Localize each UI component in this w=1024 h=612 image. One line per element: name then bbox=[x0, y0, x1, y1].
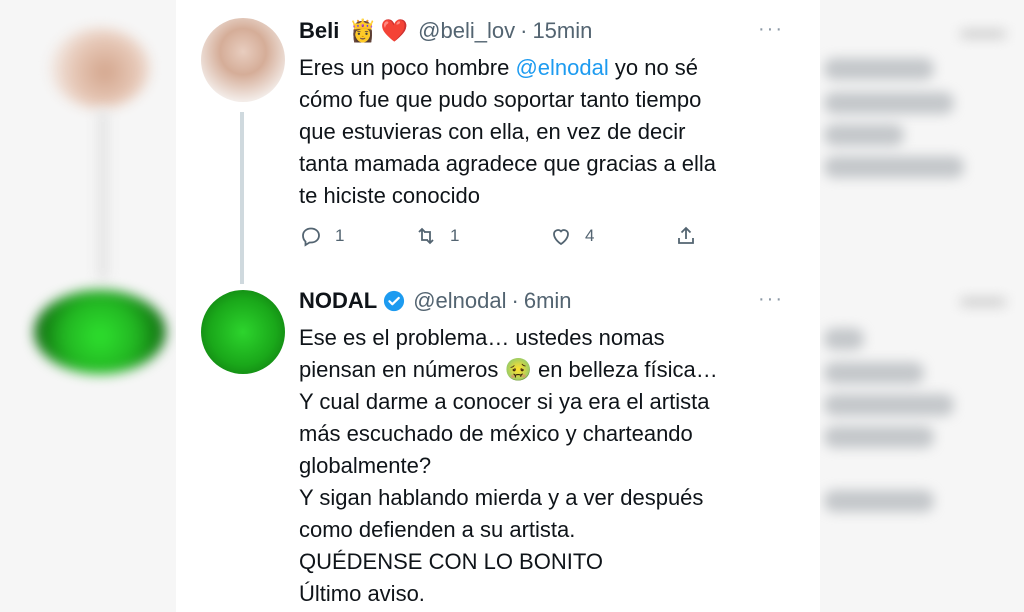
tweet-text-line: cómo fue que pudo soportar tanto tiempo bbox=[299, 87, 702, 112]
tweet-thread: Beli 👸 ❤️ @beli_lov · 15min ··· Eres un … bbox=[176, 0, 820, 612]
like-button[interactable]: 4 bbox=[549, 224, 594, 248]
tweet-text-line: como defienden a su artista. bbox=[299, 517, 576, 542]
blurred-right-area bbox=[820, 0, 1024, 612]
tweet-text-line: Y sigan hablando mierda y a ver después bbox=[299, 485, 704, 510]
more-icon[interactable]: ··· bbox=[758, 288, 784, 311]
blurred-text bbox=[824, 58, 934, 80]
display-name[interactable]: NODAL bbox=[299, 288, 377, 314]
retweet-icon bbox=[418, 227, 434, 245]
red-heart-emoji: ❤️ bbox=[380, 18, 409, 43]
reply-button[interactable]: 1 bbox=[299, 224, 344, 248]
like-icon bbox=[553, 229, 569, 246]
tweet-text-line: Último aviso. bbox=[299, 581, 425, 606]
like-count: 4 bbox=[585, 226, 595, 245]
retweet-button[interactable]: 1 bbox=[414, 224, 459, 248]
blurred-more bbox=[960, 30, 1006, 38]
blurred-text bbox=[824, 156, 964, 178]
separator-dot: · bbox=[511, 288, 519, 313]
more-icon[interactable]: ··· bbox=[758, 18, 784, 41]
tweet-text-line: Eres un poco hombre @elnodal yo no sé bbox=[299, 52, 799, 84]
mention-link[interactable]: @elnodal bbox=[515, 55, 608, 80]
blurred-text bbox=[824, 490, 934, 512]
tweet-text-line: más escuchado de méxico y charteando bbox=[299, 421, 693, 446]
text-segment: Eres un poco hombre bbox=[299, 55, 516, 80]
thread-connector-line bbox=[240, 112, 244, 284]
tweet-text-line: globalmente? bbox=[299, 453, 432, 478]
verified-badge-icon bbox=[383, 290, 405, 312]
text-segment: yo no sé bbox=[608, 55, 699, 80]
blurred-more bbox=[960, 298, 1006, 306]
blurred-thread-line bbox=[98, 110, 108, 280]
blurred-left-area bbox=[0, 0, 176, 612]
reply-count: 1 bbox=[335, 226, 345, 245]
reply-icon bbox=[302, 227, 320, 247]
timestamp[interactable]: 6min bbox=[524, 288, 572, 314]
blurred-avatar bbox=[34, 290, 166, 374]
tweet-text: Eres un poco hombre @elnodal yo no sé có… bbox=[299, 52, 799, 212]
display-name[interactable]: Beli bbox=[299, 18, 339, 44]
retweet-count: 1 bbox=[450, 226, 460, 245]
blurred-text bbox=[824, 124, 904, 146]
crown-princess-emoji: 👸 bbox=[349, 18, 377, 43]
blurred-text bbox=[824, 362, 924, 384]
blurred-text bbox=[824, 426, 934, 448]
tweet-text-line: que estuvieras con ella, en vez de decir bbox=[299, 119, 686, 144]
user-handle[interactable]: @beli_lov bbox=[418, 18, 515, 44]
timestamp[interactable]: 15min bbox=[532, 18, 592, 44]
tweet-text-line: QUÉDENSE CON LO BONITO bbox=[299, 549, 603, 574]
tweet-text-line: Y cual darme a conocer si ya era el arti… bbox=[299, 389, 710, 414]
blurred-text bbox=[824, 92, 954, 114]
blurred-text bbox=[824, 394, 954, 416]
tweet-text-line: te hiciste conocido bbox=[299, 183, 480, 208]
tweet-header: Beli 👸 ❤️ @beli_lov · 15min bbox=[299, 18, 592, 44]
tweet-actions: 1 1 4 bbox=[299, 224, 699, 252]
avatar[interactable] bbox=[201, 290, 285, 374]
blurred-avatar bbox=[50, 28, 150, 108]
separator-dot: · bbox=[520, 18, 528, 43]
blurred-text bbox=[824, 328, 864, 350]
avatar[interactable] bbox=[201, 18, 285, 102]
user-handle[interactable]: @elnodal bbox=[413, 288, 506, 314]
share-button[interactable] bbox=[674, 224, 710, 248]
tweet-text-line: piensan en números 🤢 en belleza física… bbox=[299, 357, 718, 382]
tweet-header: NODAL @elnodal · 6min bbox=[299, 288, 572, 314]
tweet-text: Ese es el problema… ustedes nomas piensa… bbox=[299, 322, 799, 610]
tweet-text-line: tanta mamada agradece que gracias a ella bbox=[299, 151, 717, 176]
share-icon bbox=[678, 226, 694, 244]
tweet-text-line: Ese es el problema… ustedes nomas bbox=[299, 325, 665, 350]
